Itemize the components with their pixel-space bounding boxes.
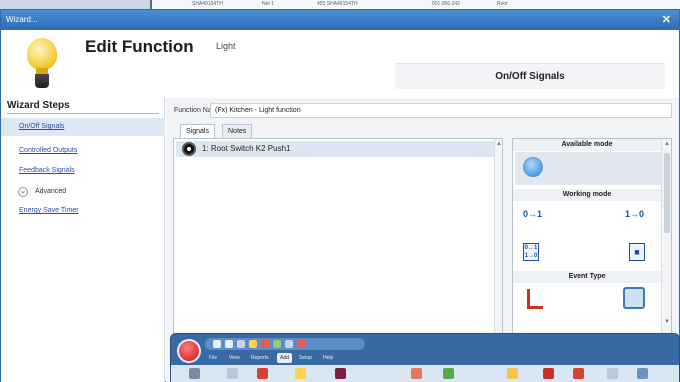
light-bulb-icon (27, 38, 57, 90)
background-table-row[interactable]: SHA49154TH Net 1 455 SHA49154TH 001.056.… (150, 0, 680, 9)
tool-icon[interactable] (249, 340, 257, 348)
function-name-input[interactable]: (Fx) Kitchen - Light function (210, 103, 672, 118)
ribbon-icon[interactable] (227, 368, 238, 379)
ribbon-icon[interactable] (637, 368, 648, 379)
event-edge-icon[interactable] (527, 289, 543, 309)
scroll-up-icon[interactable]: ▲ (496, 141, 502, 147)
working-mode-on[interactable]: 0→1 (523, 209, 542, 219)
ribbon-icon[interactable] (507, 368, 518, 379)
wizard-header: Edit Function Light On/Off Signals (1, 30, 679, 98)
working-mode-latch-icon[interactable]: ■ (629, 243, 645, 261)
section-header: On/Off Signals (395, 63, 665, 89)
wizard-steps-panel: Wizard Steps On/Off Signals Controlled O… (1, 98, 165, 382)
step-feedback-signals[interactable]: Feedback Signals (1, 162, 165, 180)
menu-file[interactable]: File (209, 355, 217, 361)
tool-icon[interactable] (261, 340, 269, 348)
background-app-window: File View Reports Add Setup Help (170, 333, 680, 382)
menu-setup[interactable]: Setup (299, 355, 312, 361)
step-controlled-outputs[interactable]: Controlled Outputs (1, 142, 165, 160)
ribbon-icon[interactable] (189, 368, 200, 379)
wizard-window: Wizard... ✕ Edit Function Light On/Off S… (0, 9, 680, 382)
ribbon-icon[interactable] (607, 368, 618, 379)
save-icon[interactable] (237, 340, 245, 348)
bg-cell: Root (497, 1, 508, 7)
tool-icon[interactable] (297, 340, 305, 348)
chevron-down-icon[interactable]: ⌄ (18, 187, 28, 197)
menu-view[interactable]: View (229, 355, 240, 361)
scroll-thumb[interactable] (664, 153, 670, 233)
tab-notes[interactable]: Notes (222, 124, 253, 138)
menu-reports[interactable]: Reports (251, 355, 269, 361)
available-mode-header: Available mode (513, 139, 661, 151)
page-title: Edit Function (85, 37, 194, 56)
tool-icon[interactable] (285, 340, 293, 348)
window-title: Wizard... (6, 15, 38, 24)
scroll-up-icon[interactable]: ▲ (664, 141, 670, 147)
screen: SHA49154TH Net 1 455 SHA49154TH 001.056.… (0, 0, 680, 382)
working-mode-header: Working mode (513, 189, 661, 201)
event-type-header: Event Type (513, 271, 661, 283)
quick-access-toolbar (205, 338, 365, 350)
bg-cell: Net 1 (262, 1, 274, 7)
page-subtitle: Light (216, 41, 236, 51)
push-button-icon (523, 157, 543, 177)
bg-cell: 001.056.242 (432, 1, 460, 7)
new-icon[interactable] (213, 340, 221, 348)
wizard-steps-title: Wizard Steps (7, 100, 70, 111)
menu-add[interactable]: Add (277, 353, 292, 363)
step-advanced[interactable]: ⌄ Advanced (1, 183, 165, 201)
tab-signals[interactable]: Signals (180, 124, 215, 139)
ribbon-icon[interactable] (257, 368, 268, 379)
divider (7, 113, 159, 114)
app-ribbon (171, 365, 679, 382)
menu-help[interactable]: Help (323, 355, 333, 361)
bg-cell: 455 SHA49154TH (317, 1, 358, 7)
ribbon-icon[interactable] (335, 368, 346, 379)
step-onoff-signals[interactable]: On/Off Signals (1, 118, 165, 136)
app-menu-bar: File View Reports Add Setup Help (171, 352, 679, 365)
ribbon-icon[interactable] (543, 368, 554, 379)
toggle-top-label: 0→1 (524, 245, 538, 251)
working-mode-toggle[interactable]: 0→1 1→0 (523, 243, 539, 261)
ribbon-icon[interactable] (295, 368, 306, 379)
toggle-bottom-label: 1→0 (524, 253, 538, 259)
working-mode-off[interactable]: 1→0 (625, 209, 644, 219)
available-mode-option[interactable] (515, 152, 661, 185)
wizard-titlebar[interactable]: Wizard... ✕ (1, 10, 679, 30)
event-box-icon[interactable] (623, 287, 645, 309)
tool-icon[interactable] (273, 340, 281, 348)
section-title: On/Off Signals (495, 71, 565, 82)
advanced-label: Advanced (35, 188, 67, 195)
close-icon[interactable]: ✕ (662, 13, 671, 26)
ribbon-icon[interactable] (573, 368, 584, 379)
switch-icon (182, 142, 196, 156)
scroll-down-icon[interactable]: ▼ (664, 319, 670, 325)
ribbon-icon[interactable] (411, 368, 422, 379)
ribbon-icon[interactable] (443, 368, 454, 379)
list-item[interactable]: 1: Root Switch K2 Push1 (176, 141, 496, 157)
open-icon[interactable] (225, 340, 233, 348)
step-energy-save-timer[interactable]: Energy Save Timer (1, 202, 165, 220)
signal-label: 1: Root Switch K2 Push1 (202, 144, 291, 153)
bg-cell: SHA49154TH (192, 1, 223, 7)
